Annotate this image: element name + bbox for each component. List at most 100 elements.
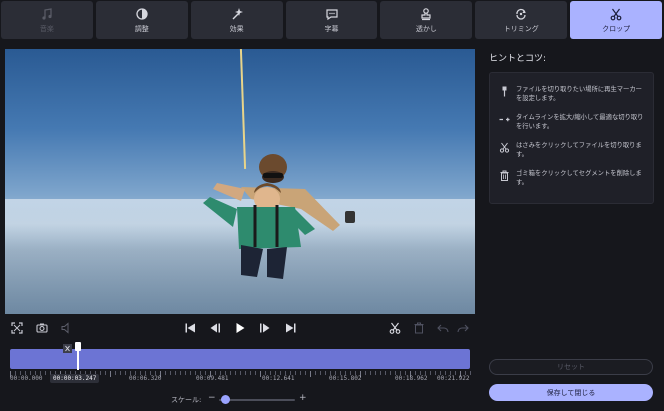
hint-text: ファイルを切り取りたい場所に再生マーカーを設定します。 bbox=[516, 86, 642, 102]
rotate-icon bbox=[514, 7, 528, 21]
scale-slider-track[interactable] bbox=[219, 399, 295, 401]
reset-button[interactable]: リセット bbox=[489, 359, 653, 375]
tab-music-label: 音楽 bbox=[39, 24, 54, 33]
ruler-tick bbox=[325, 371, 326, 375]
magic-wand-icon bbox=[230, 7, 244, 21]
ruler-tick bbox=[230, 371, 231, 375]
trash-icon bbox=[498, 169, 510, 181]
camera-icon[interactable] bbox=[35, 321, 49, 335]
ruler-tick bbox=[175, 371, 176, 375]
ruler-tick bbox=[320, 371, 321, 375]
ruler-tick bbox=[375, 371, 376, 375]
current-time: 00:00:03.247 bbox=[50, 374, 100, 383]
tab-crop[interactable]: クロップ bbox=[570, 1, 663, 39]
adjust-icon bbox=[135, 7, 149, 21]
scissors-icon bbox=[498, 141, 510, 153]
time-label: 00:18.962 bbox=[395, 375, 428, 382]
ruler-tick bbox=[370, 371, 371, 375]
ruler-tick bbox=[390, 371, 391, 375]
time-label: 00:06.320 bbox=[129, 375, 162, 382]
ruler-tick bbox=[295, 371, 296, 375]
ruler-tick bbox=[185, 371, 186, 375]
ruler-tick bbox=[300, 371, 301, 375]
ruler-tick bbox=[435, 371, 436, 375]
ruler-tick bbox=[385, 371, 386, 375]
ruler-tick bbox=[470, 371, 471, 375]
time-label: 00:09.481 bbox=[196, 375, 229, 382]
time-label: 00:00.000 bbox=[10, 375, 43, 382]
ruler-tick bbox=[110, 371, 111, 377]
tab-subtitles-label: 字幕 bbox=[324, 24, 339, 33]
speech-bubble-icon bbox=[325, 7, 339, 21]
zoom-in-button[interactable]: + bbox=[299, 393, 307, 403]
ruler-tick bbox=[180, 371, 181, 375]
zoom-arrows-icon bbox=[498, 113, 510, 125]
scale-label: スケール: bbox=[171, 396, 202, 404]
skip-end-icon[interactable] bbox=[284, 321, 298, 335]
hint-text: はさみをクリックしてファイルを切り取ります。 bbox=[516, 142, 642, 158]
ruler-tick bbox=[250, 371, 251, 375]
ruler-tick bbox=[45, 371, 46, 375]
ruler-tick bbox=[310, 371, 311, 377]
zoom-out-button[interactable]: − bbox=[208, 393, 216, 403]
time-label: 00:15.802 bbox=[329, 375, 362, 382]
ruler-tick bbox=[430, 371, 431, 375]
hint-item: はさみをクリックしてファイルを切り取ります。 bbox=[498, 141, 645, 159]
tab-effects[interactable]: 効果 bbox=[190, 1, 283, 39]
play-icon[interactable] bbox=[233, 321, 247, 335]
ruler-tick bbox=[120, 371, 121, 375]
ruler-tick bbox=[170, 371, 171, 375]
tab-bar: 音楽 調整 効果 字幕 透かし トリミング クロップ bbox=[0, 0, 664, 40]
ruler-tick bbox=[115, 371, 116, 375]
stamp-icon bbox=[419, 7, 433, 21]
ruler-tick bbox=[245, 371, 246, 375]
hint-item: ファイルを切り取りたい場所に再生マーカーを設定します。 bbox=[498, 85, 645, 103]
playhead-line bbox=[77, 348, 80, 370]
scissors-icon bbox=[63, 338, 72, 353]
time-label: 00:21.922 bbox=[437, 375, 470, 382]
hint-item: ゴミ箱をクリックしてセグメントを削除します。 bbox=[498, 169, 645, 187]
ruler-tick bbox=[190, 371, 191, 375]
trash-icon[interactable] bbox=[412, 321, 426, 335]
ruler-tick bbox=[240, 371, 241, 375]
hint-text: タイムラインを拡大/縮小して最適な切り取りを行います。 bbox=[516, 114, 644, 130]
ruler-tick bbox=[380, 371, 381, 375]
next-frame-icon[interactable] bbox=[258, 321, 272, 335]
tab-subtitles[interactable]: 字幕 bbox=[285, 1, 378, 39]
music-note-icon bbox=[40, 7, 54, 21]
ruler-tick bbox=[260, 371, 261, 377]
ruler-tick bbox=[100, 371, 101, 375]
ruler-tick bbox=[305, 371, 306, 375]
tab-crop-label: クロップ bbox=[602, 24, 631, 33]
tab-watermark-label: 透かし bbox=[415, 24, 437, 33]
video-preview[interactable] bbox=[5, 49, 475, 314]
volume-icon[interactable] bbox=[60, 321, 74, 335]
skip-start-icon[interactable] bbox=[183, 321, 197, 335]
tab-watermark[interactable]: 透かし bbox=[380, 1, 473, 39]
save-and-close-button[interactable]: 保存して閉じる bbox=[489, 384, 653, 401]
hint-text: ゴミ箱をクリックしてセグメントを削除します。 bbox=[516, 170, 642, 186]
tab-adjust-label: 調整 bbox=[134, 24, 149, 33]
fullscreen-icon[interactable] bbox=[10, 321, 24, 335]
tab-music[interactable]: 音楽 bbox=[1, 1, 93, 39]
ruler-tick bbox=[235, 371, 236, 375]
ruler-tick bbox=[255, 371, 256, 375]
video-skydivers bbox=[203, 154, 355, 279]
redo-icon[interactable] bbox=[456, 321, 470, 335]
tab-adjust[interactable]: 調整 bbox=[95, 1, 188, 39]
scale-slider-thumb[interactable] bbox=[220, 395, 230, 404]
playhead[interactable] bbox=[75, 340, 82, 370]
undo-icon[interactable] bbox=[436, 321, 450, 335]
hints-panel: ファイルを切り取りたい場所に再生マーカーを設定します。 タイムラインを拡大/縮小… bbox=[489, 72, 654, 204]
ruler-tick bbox=[105, 371, 106, 375]
scissors-icon bbox=[609, 7, 623, 21]
ruler-tick bbox=[315, 371, 316, 375]
hint-item: タイムラインを拡大/縮小して最適な切り取りを行います。 bbox=[498, 113, 645, 131]
hints-title: ヒントとコツ: bbox=[489, 54, 547, 64]
scissors-icon[interactable] bbox=[388, 321, 402, 335]
tab-trimming-label: トリミング bbox=[503, 24, 539, 33]
tab-trimming[interactable]: トリミング bbox=[475, 1, 568, 39]
tab-effects-label: 効果 bbox=[229, 24, 244, 33]
prev-frame-icon[interactable] bbox=[208, 321, 222, 335]
ruler-tick bbox=[125, 371, 126, 375]
